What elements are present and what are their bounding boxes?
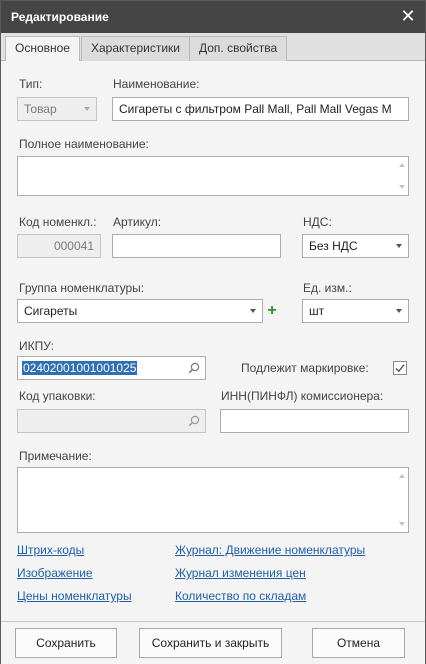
chevron-down-icon[interactable] [250,309,256,313]
scroll-down-icon[interactable] [399,522,405,526]
vat-select[interactable]: Без НДС [302,234,409,258]
chevron-down-icon [84,107,90,111]
tab-main[interactable]: Основное [5,36,80,62]
article-input[interactable] [112,234,281,258]
search-icon [188,415,200,427]
button-bar: Сохранить Сохранить и закрыть Отмена [1,621,425,664]
unit-select[interactable]: шт [302,299,409,323]
marking-label: Подлежит маркировке: [241,361,369,375]
save-button[interactable]: Сохранить [15,628,117,658]
tab-bar: Основное Характеристики Доп. свойства [1,33,425,62]
unit-value: шт [309,304,325,318]
image-link[interactable]: Изображение [17,566,93,580]
plus-icon[interactable]: + [265,303,279,319]
ikpu-input[interactable]: 02402001001001025 [17,356,206,380]
code-input: 000041 [17,234,101,258]
scroll-down-icon[interactable] [399,185,405,189]
tab-characteristics[interactable]: Характеристики [81,36,190,61]
vat-value: Без НДС [309,239,358,253]
price-journal-link[interactable]: Журнал изменения цен [175,566,306,580]
ikpu-label: ИКПУ: [19,339,54,353]
note-label: Примечание: [19,449,92,463]
chevron-down-icon[interactable] [396,244,402,248]
movement-journal-link[interactable]: Журнал: Движение номенклатуры [175,543,365,557]
edit-dialog: Редактирование ✕ Основное Характеристики… [0,0,426,664]
package-input [17,409,206,433]
search-icon[interactable] [187,361,201,375]
name-input[interactable]: Сигареты с фильтром Pall Mall, Pall Mall… [112,97,409,121]
cancel-button[interactable]: Отмена [312,628,405,658]
marking-checkbox[interactable] [393,361,407,375]
inn-label: ИНН(ПИНФЛ) комиссионера: [221,389,384,403]
checkmark-icon [395,364,405,373]
full-name-textarea[interactable] [17,156,409,196]
dialog-title: Редактирование [11,10,109,24]
note-textarea[interactable] [17,467,409,533]
code-label: Код номенкл.: [19,215,97,229]
group-value: Сигареты [24,304,78,318]
save-and-close-button[interactable]: Сохранить и закрыть [139,628,282,658]
inn-input[interactable] [220,409,409,433]
ikpu-value: 02402001001001025 [22,361,138,375]
type-value: Товар [24,102,57,116]
unit-label: Ед. изм.: [303,281,352,295]
name-label: Наименование: [113,77,200,91]
package-label: Код упаковки: [19,389,96,403]
type-label: Тип: [19,77,43,91]
vat-label: НДС: [303,215,332,229]
barcodes-link[interactable]: Штрих-коды [17,543,84,557]
group-select[interactable]: Сигареты [17,299,263,323]
main-panel: Тип: Товар Наименование: Сигареты с филь… [5,61,421,621]
type-select: Товар [17,97,97,121]
tab-extra-properties[interactable]: Доп. свойства [189,36,288,61]
article-label: Артикул: [113,215,162,229]
chevron-down-icon[interactable] [396,309,402,313]
group-label: Группа номенклатуры: [19,281,145,295]
stock-link[interactable]: Количество по складам [175,589,306,603]
scroll-up-icon[interactable] [399,163,405,167]
full-name-label: Полное наименование: [19,137,149,151]
title-bar: Редактирование ✕ [1,1,425,33]
scroll-up-icon[interactable] [399,474,405,478]
prices-link[interactable]: Цены номенклатуры [17,589,132,603]
close-icon[interactable]: ✕ [399,7,417,25]
